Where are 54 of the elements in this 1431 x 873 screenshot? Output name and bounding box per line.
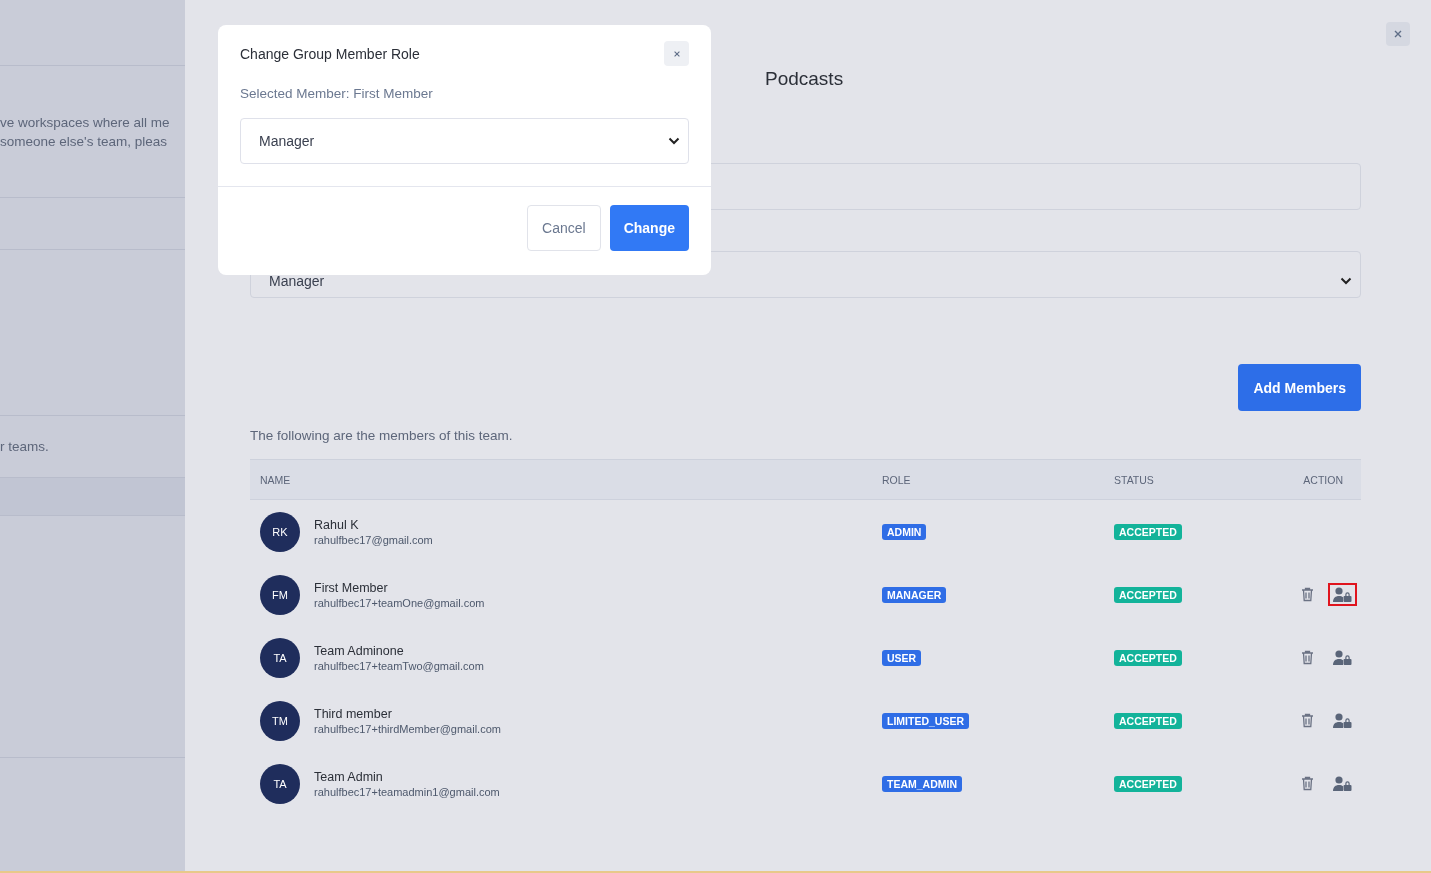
member-email: rahulfbec17+thirdMember@gmail.com <box>314 722 501 735</box>
background-text: ve workspaces where all me <box>0 114 171 130</box>
trash-icon[interactable] <box>1301 776 1314 791</box>
role-badge: TEAM_ADMIN <box>882 775 962 792</box>
chevron-down-icon <box>668 137 680 145</box>
column-header: STATUS <box>1114 473 1155 486</box>
status-badge: ACCEPTED <box>1114 586 1182 603</box>
trash-icon[interactable] <box>1301 713 1314 728</box>
intro-text: The following are the members of this team. <box>250 428 514 443</box>
user-lock-icon <box>1333 650 1352 665</box>
avatar: TA <box>260 637 300 678</box>
user-lock-icon <box>1333 587 1352 602</box>
member-name: First Member <box>314 580 389 595</box>
background-text: someone else's team, pleas <box>0 133 168 149</box>
trash-icon[interactable] <box>1301 587 1314 602</box>
avatar: RK <box>260 511 300 552</box>
status-badge: ACCEPTED <box>1114 775 1182 792</box>
role-badge: MANAGER <box>882 586 947 603</box>
member-name: Team Adminone <box>314 643 405 658</box>
role-badge: USER <box>882 649 922 666</box>
column-header: NAME <box>260 473 292 486</box>
user-lock-icon <box>1333 713 1352 728</box>
modal-title: Change Group Member Role <box>240 45 420 62</box>
member-name: Team Admin <box>314 769 384 784</box>
background-text: r teams. <box>0 439 50 454</box>
member-name: Third member <box>314 706 393 721</box>
status-badge: ACCEPTED <box>1114 523 1182 540</box>
avatar: TA <box>260 763 300 804</box>
status-badge: ACCEPTED <box>1114 649 1182 666</box>
member-email: rahulfbec17+teamOne@gmail.com <box>314 596 485 609</box>
role-select[interactable]: Manager <box>240 118 689 164</box>
highlighted-change-role-button[interactable] <box>1328 583 1357 606</box>
role-badge: ADMIN <box>882 523 927 540</box>
drawer-title: Podcasts <box>765 68 845 90</box>
trash-icon[interactable] <box>1301 650 1314 665</box>
member-email: rahulfbec17@gmail.com <box>314 533 433 546</box>
member-email: rahulfbec17+teamTwo@gmail.com <box>314 659 484 672</box>
add-members-button[interactable]: Add Members <box>1238 364 1361 411</box>
column-header: ACTION <box>1302 473 1344 486</box>
close-button[interactable] <box>1386 22 1410 46</box>
role-badge: LIMITED_USER <box>882 712 969 729</box>
chevron-down-icon <box>1340 276 1352 285</box>
status-badge: ACCEPTED <box>1114 712 1182 729</box>
close-icon <box>1393 29 1403 39</box>
column-header: ROLE <box>882 473 912 486</box>
avatar: TM <box>260 700 300 741</box>
selected-member-text: Selected Member: First Member <box>240 86 434 101</box>
member-name: Rahul K <box>314 517 360 532</box>
avatar: FM <box>260 574 300 615</box>
member-email: rahulfbec17+teamadmin1@gmail.com <box>314 785 500 798</box>
change-button[interactable]: Change <box>609 205 689 251</box>
cancel-button[interactable]: Cancel <box>527 205 601 251</box>
close-icon <box>672 49 681 58</box>
user-lock-icon <box>1333 776 1352 791</box>
